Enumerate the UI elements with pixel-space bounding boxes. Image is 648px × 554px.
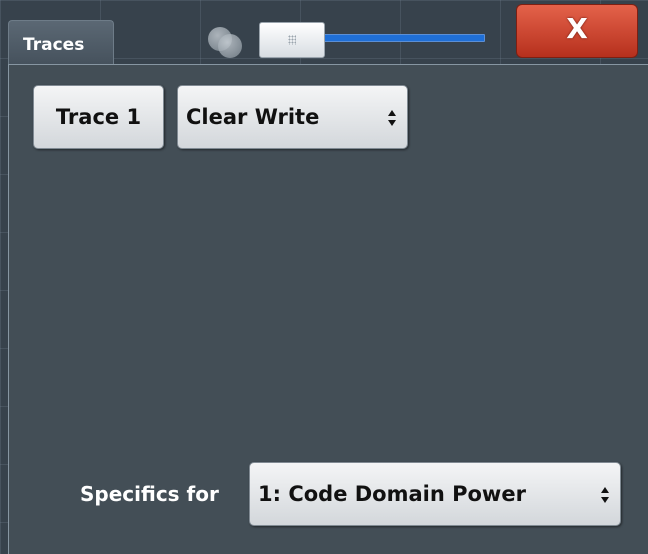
dialog-title: Traces (23, 35, 85, 55)
transparency-icon (218, 34, 242, 58)
slider-thumb[interactable] (259, 22, 325, 58)
dialog-title-tab: Traces (8, 20, 114, 64)
specifics-value: 1: Code Domain Power (258, 482, 526, 506)
close-icon: X (566, 12, 588, 45)
grip-icon (288, 35, 296, 45)
up-down-arrows-icon (388, 110, 396, 126)
specifics-label: Specifics for (80, 482, 219, 506)
trace-selector-button[interactable]: Trace 1 (33, 85, 164, 149)
specifics-dropdown[interactable]: 1: Code Domain Power (249, 462, 621, 526)
trace-mode-dropdown[interactable]: Clear Write (177, 85, 408, 149)
trace-mode-value: Clear Write (186, 105, 320, 129)
up-down-arrows-icon (601, 487, 609, 503)
slider-track[interactable] (323, 34, 485, 42)
close-button[interactable]: X (516, 4, 638, 58)
trace-selector-label: Trace 1 (55, 105, 142, 129)
